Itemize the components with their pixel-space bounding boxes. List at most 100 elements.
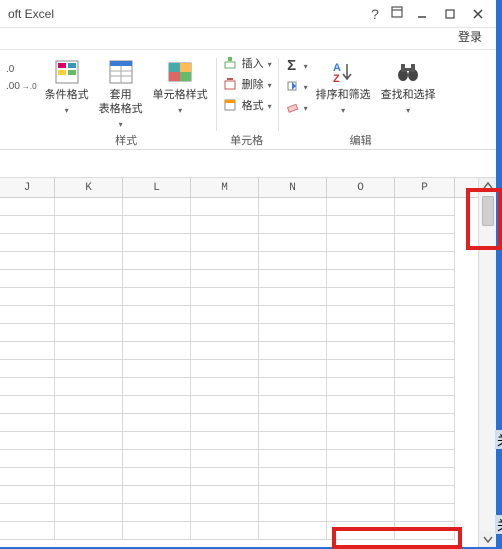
cell[interactable] — [327, 396, 395, 414]
cell[interactable] — [327, 522, 395, 540]
cell[interactable] — [123, 216, 191, 234]
scroll-thumb[interactable] — [482, 196, 494, 226]
cell[interactable] — [395, 342, 455, 360]
cell[interactable] — [55, 306, 123, 324]
scroll-down-arrow[interactable] — [480, 531, 496, 547]
cell[interactable] — [123, 288, 191, 306]
cell[interactable] — [191, 522, 259, 540]
cell[interactable] — [0, 216, 55, 234]
delete-button[interactable]: 删除 ▾ — [222, 75, 272, 93]
cell[interactable] — [259, 360, 327, 378]
cell[interactable] — [0, 342, 55, 360]
maximize-button[interactable] — [436, 4, 464, 24]
sort-filter-button[interactable]: AZ 排序和筛选 ▾ — [314, 54, 373, 120]
cell[interactable] — [395, 432, 455, 450]
cell[interactable] — [123, 324, 191, 342]
format-as-table-button[interactable]: 套用 表格格式 ▾ — [97, 54, 145, 134]
cell[interactable] — [259, 198, 327, 216]
cell[interactable] — [259, 396, 327, 414]
cell[interactable] — [55, 288, 123, 306]
cell[interactable] — [395, 288, 455, 306]
cell[interactable] — [191, 252, 259, 270]
cell-styles-button[interactable]: 单元格样式 ▾ — [151, 54, 210, 120]
cell[interactable] — [0, 414, 55, 432]
cell[interactable] — [327, 252, 395, 270]
cell[interactable] — [191, 216, 259, 234]
cell[interactable] — [0, 396, 55, 414]
cell[interactable] — [259, 432, 327, 450]
cell[interactable] — [191, 450, 259, 468]
insert-button[interactable]: 插入 ▾ — [222, 54, 272, 72]
cell[interactable] — [55, 432, 123, 450]
cell[interactable] — [0, 198, 55, 216]
cell[interactable] — [123, 342, 191, 360]
cell[interactable] — [395, 324, 455, 342]
cell[interactable] — [327, 360, 395, 378]
cell[interactable] — [395, 396, 455, 414]
decrease-decimal-button[interactable]: .00 →.0 — [6, 81, 37, 92]
col-header-O[interactable]: O — [327, 178, 395, 197]
cell[interactable] — [259, 468, 327, 486]
col-header-P[interactable]: P — [395, 178, 455, 197]
cell[interactable] — [395, 414, 455, 432]
cell[interactable] — [123, 198, 191, 216]
format-button[interactable]: 格式 ▾ — [222, 96, 272, 114]
cell[interactable] — [395, 486, 455, 504]
scroll-up-arrow[interactable] — [480, 178, 496, 194]
cell[interactable] — [327, 306, 395, 324]
cell[interactable] — [327, 378, 395, 396]
cell[interactable] — [259, 270, 327, 288]
cell[interactable] — [55, 378, 123, 396]
cell[interactable] — [0, 234, 55, 252]
cell[interactable] — [55, 414, 123, 432]
cell[interactable] — [191, 414, 259, 432]
cell[interactable] — [0, 522, 55, 540]
cell[interactable] — [191, 432, 259, 450]
find-select-button[interactable]: 查找和选择 ▾ — [379, 54, 438, 120]
cell[interactable] — [123, 378, 191, 396]
cell[interactable] — [395, 504, 455, 522]
cell[interactable] — [55, 504, 123, 522]
cell[interactable] — [123, 522, 191, 540]
col-header-K[interactable]: K — [55, 178, 123, 197]
cell[interactable] — [191, 306, 259, 324]
cell[interactable] — [0, 504, 55, 522]
cell[interactable] — [191, 486, 259, 504]
cell[interactable] — [259, 288, 327, 306]
conditional-formatting-button[interactable]: 条件格式 ▾ — [43, 54, 91, 120]
cell[interactable] — [55, 252, 123, 270]
cell[interactable] — [123, 234, 191, 252]
cell[interactable] — [327, 486, 395, 504]
cell[interactable] — [259, 342, 327, 360]
autosum-button[interactable]: Σ ▾ — [284, 56, 308, 74]
cell[interactable] — [0, 450, 55, 468]
cell[interactable] — [0, 324, 55, 342]
cell[interactable] — [0, 270, 55, 288]
cell[interactable] — [259, 504, 327, 522]
scroll-track[interactable] — [480, 194, 496, 531]
cell[interactable] — [395, 450, 455, 468]
grid[interactable]: J K L M N O P — [0, 178, 478, 547]
cell[interactable] — [259, 306, 327, 324]
cell[interactable] — [0, 378, 55, 396]
col-header-N[interactable]: N — [259, 178, 327, 197]
cell[interactable] — [55, 270, 123, 288]
cell[interactable] — [259, 324, 327, 342]
cell[interactable] — [327, 324, 395, 342]
cell[interactable] — [55, 450, 123, 468]
cell[interactable] — [123, 468, 191, 486]
vertical-scrollbar[interactable] — [478, 178, 496, 547]
cell[interactable] — [191, 198, 259, 216]
cell[interactable] — [191, 288, 259, 306]
cell[interactable] — [191, 378, 259, 396]
cell[interactable] — [259, 486, 327, 504]
formula-bar[interactable] — [0, 150, 496, 178]
cell[interactable] — [395, 468, 455, 486]
col-header-L[interactable]: L — [123, 178, 191, 197]
cell[interactable] — [327, 198, 395, 216]
cell[interactable] — [191, 270, 259, 288]
clear-button[interactable]: ▾ — [284, 98, 308, 116]
cell[interactable] — [191, 342, 259, 360]
cell[interactable] — [259, 414, 327, 432]
cell[interactable] — [123, 252, 191, 270]
